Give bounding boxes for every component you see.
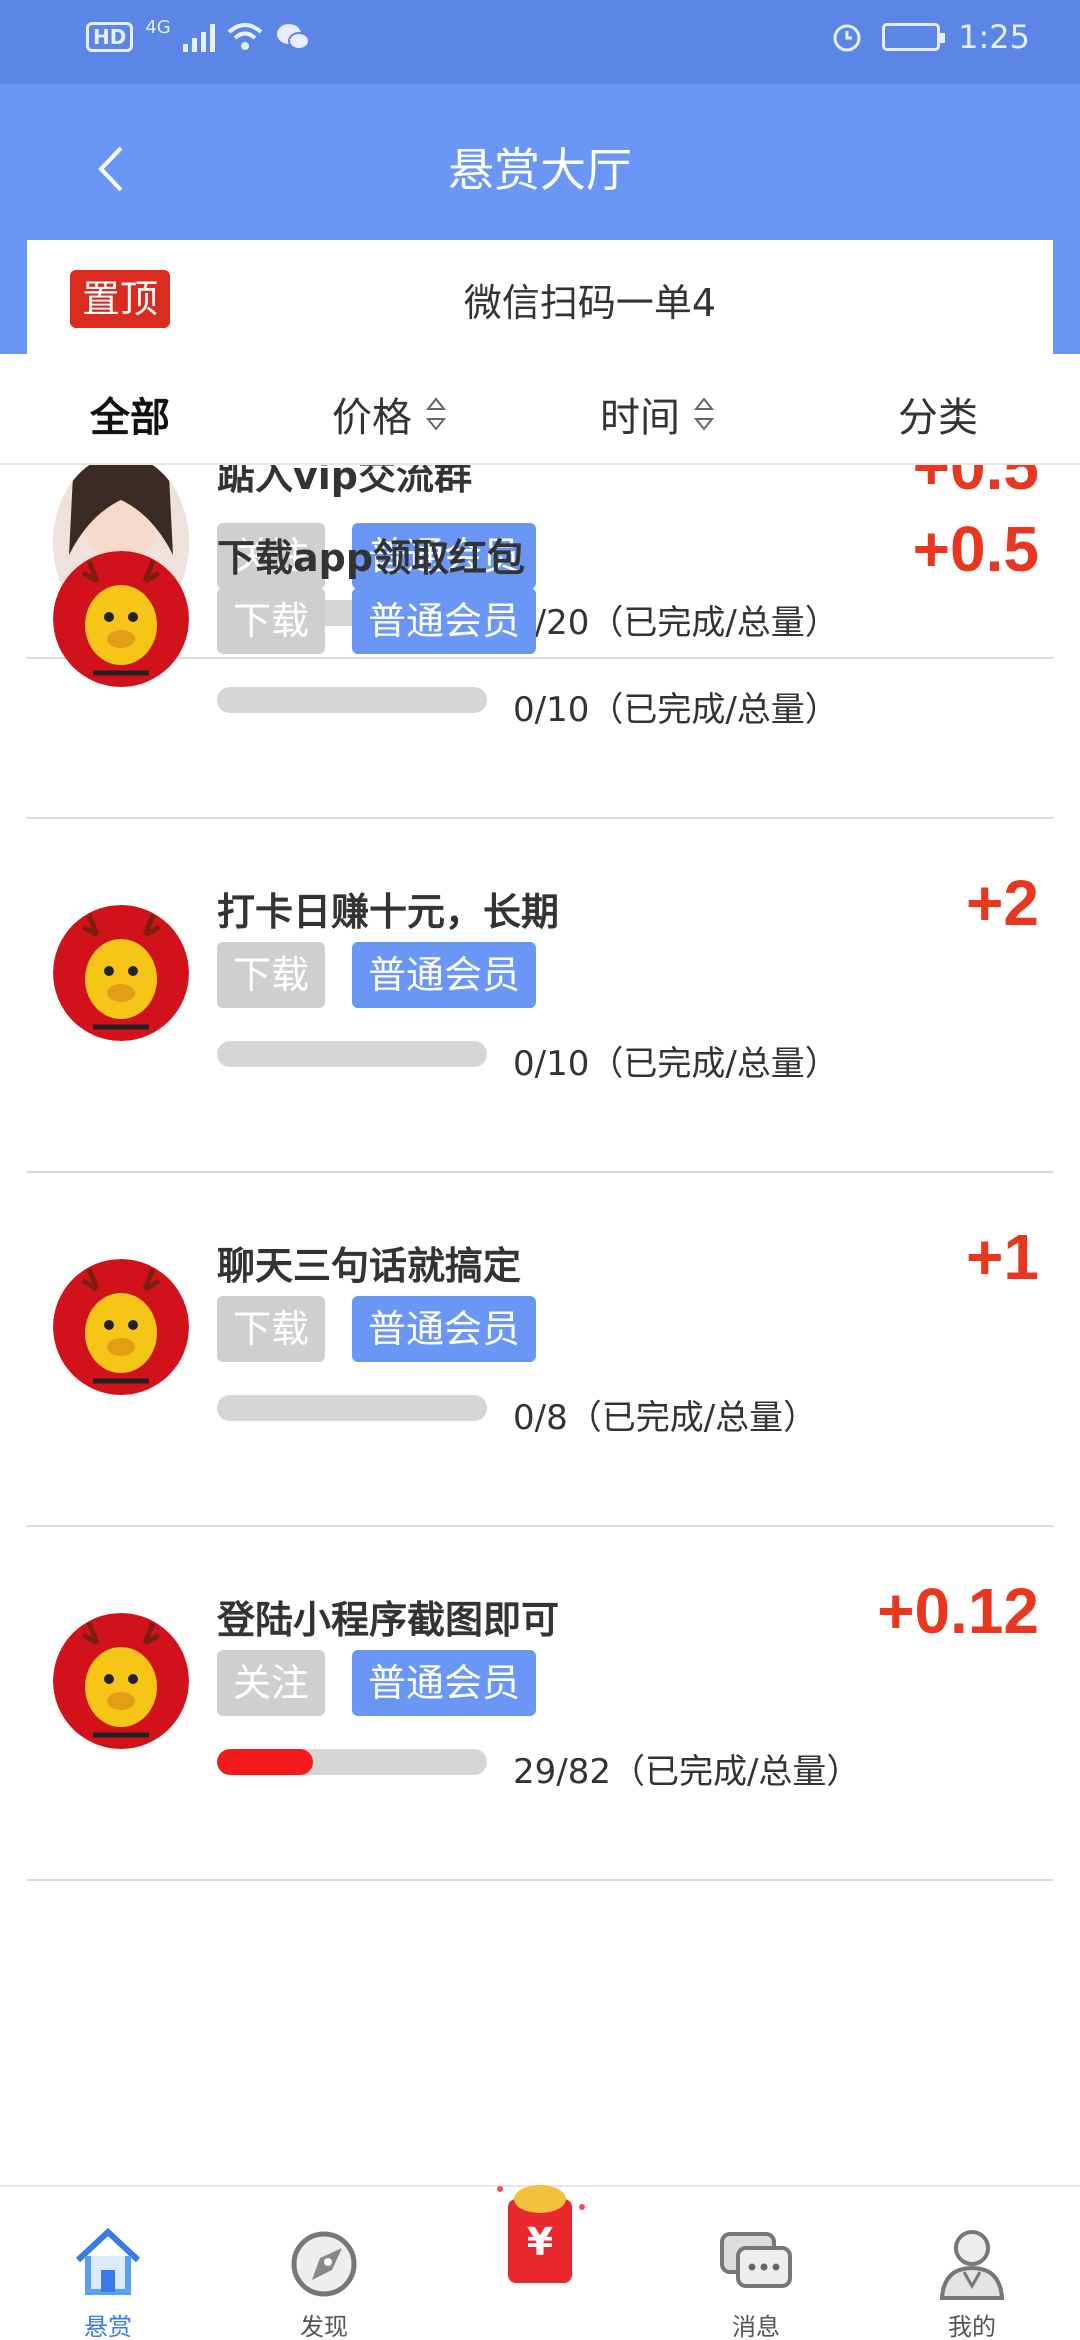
network-label: 4G bbox=[145, 16, 171, 38]
message-icon bbox=[720, 2232, 792, 2288]
task-item[interactable]: 聊天三句话就搞定 +1 下载 普通会员 0/8（已完成/总量） bbox=[27, 1173, 1053, 1527]
deer-avatar bbox=[53, 551, 189, 687]
task-reward: +2 bbox=[966, 867, 1039, 939]
tab-mine[interactable]: 我的 bbox=[892, 2187, 1052, 2340]
progress-fill bbox=[217, 1749, 313, 1775]
status-bar: HD 4G 1:25 bbox=[0, 0, 1080, 84]
status-time: 1:25 bbox=[958, 18, 1030, 56]
filter-time[interactable]: 时间 bbox=[600, 385, 714, 443]
sort-icon bbox=[694, 397, 714, 431]
task-type-tag: 下载 bbox=[217, 942, 325, 1008]
tab-messages[interactable]: 消息 bbox=[676, 2187, 836, 2340]
filter-price-label: 价格 bbox=[332, 395, 412, 441]
status-right: 1:25 bbox=[830, 18, 1030, 56]
pinned-text: 微信扫码一单4 bbox=[463, 281, 717, 325]
progress-bar bbox=[217, 1749, 487, 1775]
filter-bar: 全部 价格 时间 分类 bbox=[0, 355, 1080, 465]
pinned-card[interactable]: 置顶 微信扫码一单4 bbox=[27, 240, 1053, 355]
bottom-tab-bar: 悬赏 发现 ¥ 消息 我的 bbox=[0, 2185, 1080, 2340]
tab-mine-label: 我的 bbox=[948, 2313, 996, 2340]
member-level-tag: 普通会员 bbox=[352, 942, 536, 1008]
member-level-tag: 普通会员 bbox=[352, 588, 536, 654]
tab-discover-label: 发现 bbox=[300, 2313, 348, 2340]
sort-icon bbox=[426, 397, 446, 431]
task-title: 登陆小程序截图即可 bbox=[217, 1598, 560, 1642]
task-title: 打卡日赚十元，长期 bbox=[217, 890, 560, 934]
signal-icon bbox=[182, 22, 215, 52]
home-icon bbox=[75, 2227, 141, 2295]
member-level-tag: 普通会员 bbox=[352, 1296, 536, 1362]
compass-icon bbox=[291, 2231, 357, 2297]
task-reward: +0.5 bbox=[912, 513, 1039, 585]
task-count: 0/10（已完成/总量） bbox=[513, 690, 839, 730]
red-envelope-icon: ¥ bbox=[497, 2185, 585, 2283]
svg-text:¥: ¥ bbox=[527, 2220, 553, 2264]
task-reward: +0.12 bbox=[877, 1575, 1039, 1647]
deer-avatar bbox=[53, 905, 189, 1041]
task-item[interactable]: 登陆小程序截图即可 +0.12 关注 普通会员 29/82（已完成/总量） bbox=[27, 1527, 1053, 1881]
filter-all[interactable]: 全部 bbox=[90, 385, 170, 443]
deer-avatar bbox=[53, 1613, 189, 1749]
wechat-icon bbox=[276, 24, 310, 50]
task-title: 聊天三句话就搞定 bbox=[217, 1244, 522, 1288]
alarm-icon bbox=[833, 24, 861, 52]
progress-bar bbox=[217, 1395, 487, 1421]
task-reward: +1 bbox=[966, 1221, 1039, 1293]
task-type-tag: 下载 bbox=[217, 1296, 325, 1362]
page-title: 悬赏大厅 bbox=[448, 143, 632, 197]
tab-red-envelope[interactable]: ¥ bbox=[460, 2185, 620, 2340]
task-item[interactable]: 打卡日赚十元，长期 +2 下载 普通会员 0/10（已完成/总量） bbox=[27, 819, 1053, 1173]
task-count: 0/8（已完成/总量） bbox=[513, 1398, 818, 1438]
task-count: 29/82（已完成/总量） bbox=[513, 1752, 861, 1792]
wifi-icon bbox=[227, 23, 263, 50]
tab-reward-label: 悬赏 bbox=[84, 2313, 132, 2340]
filter-category[interactable]: 分类 bbox=[898, 385, 978, 443]
tab-reward[interactable]: 悬赏 bbox=[28, 2187, 188, 2340]
task-type-tag: 关注 bbox=[217, 1650, 325, 1716]
tab-discover[interactable]: 发现 bbox=[244, 2187, 404, 2340]
status-left: HD 4G bbox=[86, 17, 311, 52]
progress-bar bbox=[217, 1041, 487, 1067]
task-count: 0/10（已完成/总量） bbox=[513, 1044, 839, 1084]
progress-bar bbox=[217, 687, 487, 713]
tab-messages-label: 消息 bbox=[732, 2313, 780, 2340]
user-icon bbox=[939, 2230, 1005, 2300]
task-type-tag: 下载 bbox=[217, 588, 325, 654]
hd-icon: HD bbox=[86, 22, 134, 52]
task-item[interactable]: 下载app领取红包 +0.5 下载 普通会员 0/10（已完成/总量） bbox=[27, 465, 1053, 819]
task-title: 下载app领取红包 bbox=[217, 536, 526, 580]
task-list[interactable]: 踮入vip交流群 +0.5 关注 普通会员 0/20（已完成/总量） 下载app… bbox=[0, 465, 1080, 2185]
deer-avatar bbox=[53, 1259, 189, 1395]
battery-icon bbox=[882, 23, 946, 51]
filter-all-label: 全部 bbox=[90, 395, 170, 441]
filter-category-label: 分类 bbox=[898, 395, 978, 441]
filter-price[interactable]: 价格 bbox=[332, 385, 446, 443]
filter-time-label: 时间 bbox=[600, 395, 680, 441]
member-level-tag: 普通会员 bbox=[352, 1650, 536, 1716]
